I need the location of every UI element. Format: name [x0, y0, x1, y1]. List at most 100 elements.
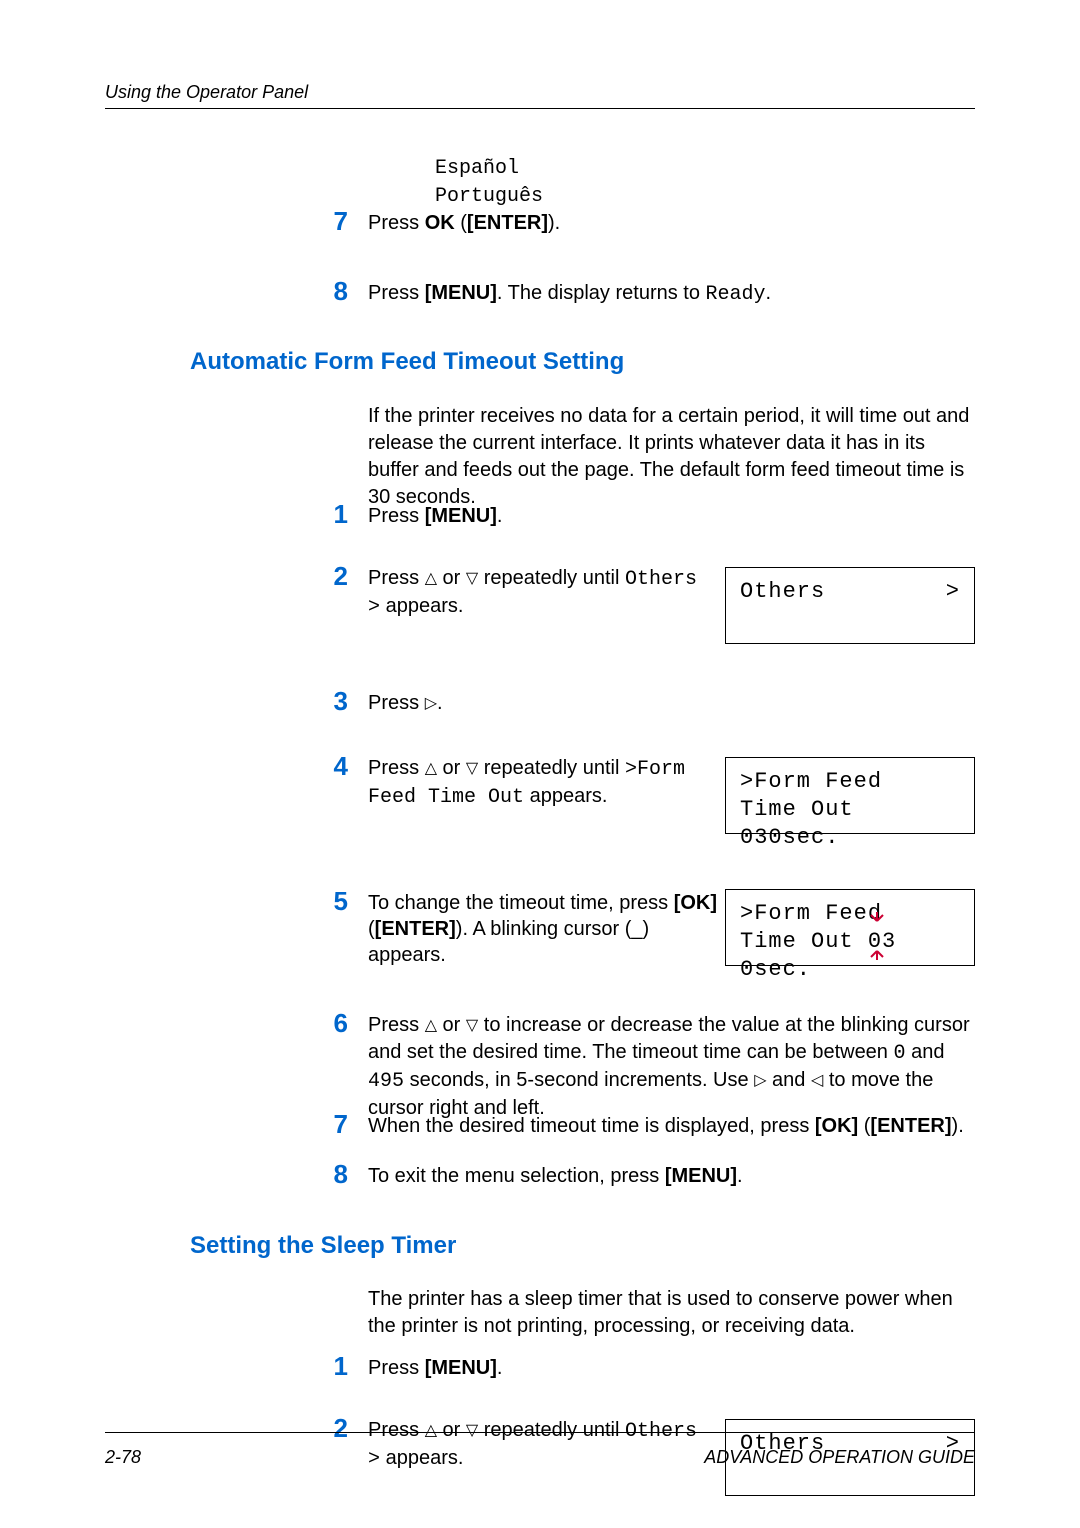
bold: [MENU]	[425, 282, 497, 304]
section-title-formfeed: Automatic Form Feed Timeout Setting	[190, 348, 624, 376]
footer-page-number: 2-78	[105, 1447, 141, 1468]
mono: 0	[894, 1042, 906, 1065]
language-list: Español Português	[435, 155, 543, 211]
step-number-4: 4	[318, 751, 348, 782]
text: .	[737, 1165, 743, 1187]
step-number-3: 3	[318, 686, 348, 717]
text: Press	[368, 1014, 425, 1036]
step-number-8a: 8	[318, 276, 348, 307]
step-7-text: When the desired timeout time is display…	[368, 1113, 973, 1139]
text: (	[455, 212, 467, 234]
text: Press	[368, 212, 425, 234]
step-5-text: To change the timeout time, press [OK] (…	[368, 890, 718, 968]
bold: [MENU]	[665, 1165, 737, 1187]
running-header: Using the Operator Panel	[105, 82, 308, 103]
text: or	[437, 757, 466, 779]
text: To exit the menu selection, press	[368, 1165, 665, 1187]
text: (	[368, 918, 375, 940]
lcd-line1: >Form Feed	[740, 900, 960, 928]
footer-guide-title: ADVANCED OPERATION GUIDE	[704, 1447, 975, 1468]
text: appears.	[380, 1447, 463, 1469]
bold: [MENU]	[425, 1357, 497, 1379]
footer-rule	[105, 1432, 975, 1433]
s2-step-2-text: Press △ or ▽ repeatedly until Others > a…	[368, 1417, 708, 1473]
text: . The display returns to	[497, 282, 706, 304]
step-number-6: 6	[318, 1008, 348, 1039]
bold: [ENTER]	[375, 918, 456, 940]
step-number-2: 2	[318, 561, 348, 592]
text: ).	[548, 212, 560, 234]
text: Press	[368, 692, 425, 714]
mono: Ready	[706, 283, 766, 306]
text: or	[437, 1014, 466, 1036]
step-number-8: 8	[318, 1159, 348, 1190]
lcd-formfeed-1: >Form Feed Time Out 030sec.	[725, 757, 975, 834]
step-1-text: Press [MENU].	[368, 503, 973, 529]
text: or	[437, 567, 466, 589]
triangle-left-icon: ◁	[811, 1068, 823, 1094]
text: appears.	[380, 595, 463, 617]
language-es: Español	[435, 155, 543, 183]
text: .	[437, 692, 443, 714]
text: and	[906, 1041, 945, 1063]
text: .	[766, 282, 772, 304]
step-2-text: Press △ or ▽ repeatedly until Others > a…	[368, 565, 708, 621]
s2-step-number-2: 2	[318, 1413, 348, 1444]
text: Press	[368, 757, 425, 779]
step-4-text: Press △ or ▽ repeatedly until >Form Feed…	[368, 755, 718, 811]
text: (	[858, 1115, 870, 1137]
text: seconds, in 5-second increments. Use	[404, 1069, 754, 1091]
triangle-up-icon: △	[425, 756, 437, 782]
text: .	[497, 505, 503, 527]
section2-intro: The printer has a sleep timer that is us…	[368, 1286, 973, 1340]
text: Press	[368, 1419, 425, 1441]
triangle-right-icon: ▷	[754, 1068, 766, 1094]
triangle-down-icon: ▽	[466, 756, 478, 782]
text: repeatedly until	[478, 567, 625, 589]
lcd-formfeed-2: >Form Feed Time Out 030sec.	[725, 889, 975, 966]
mono: 495	[368, 1070, 404, 1093]
triangle-up-icon: △	[425, 1013, 437, 1039]
step-number-7: 7	[318, 1109, 348, 1140]
text: When the desired timeout time is display…	[368, 1115, 815, 1137]
s2-step-number-1: 1	[318, 1351, 348, 1382]
text: Press	[368, 1357, 425, 1379]
language-pt: Português	[435, 183, 543, 211]
step-number-7a: 7	[318, 206, 348, 237]
step-7a-text: Press OK ([ENTER]).	[368, 210, 973, 236]
text: .	[497, 1357, 503, 1379]
bold: [OK]	[674, 892, 717, 914]
lcd-gt: >	[946, 578, 960, 606]
bold: OK	[425, 212, 455, 234]
lcd-post: 0sec.	[740, 957, 811, 982]
step-8-text: To exit the menu selection, press [MENU]…	[368, 1163, 973, 1189]
lcd-line2: Time Out 030sec.	[740, 928, 960, 984]
text: Press	[368, 282, 425, 304]
bold: [OK]	[815, 1115, 858, 1137]
text: Press	[368, 505, 425, 527]
lcd-others-1: Others >	[725, 567, 975, 644]
text: and	[767, 1069, 811, 1091]
triangle-down-icon: ▽	[466, 1013, 478, 1039]
triangle-down-icon: ▽	[466, 566, 478, 592]
section-title-sleeptimer: Setting the Sleep Timer	[190, 1232, 456, 1260]
text: To change the timeout time, press	[368, 892, 674, 914]
bold: [ENTER]	[870, 1115, 951, 1137]
triangle-down-icon: ▽	[466, 1418, 478, 1444]
text: repeatedly until	[478, 757, 625, 779]
step-8a-text: Press [MENU]. The display returns to Rea…	[368, 280, 973, 308]
header-rule	[105, 108, 975, 109]
triangle-up-icon: △	[425, 1418, 437, 1444]
step-3-text: Press ▷.	[368, 690, 973, 717]
step-number-5: 5	[318, 886, 348, 917]
text: ).	[952, 1115, 964, 1137]
lcd-line1: Others	[740, 579, 825, 604]
step-number-1: 1	[318, 499, 348, 530]
text: Press	[368, 567, 425, 589]
text: repeatedly until	[478, 1419, 625, 1441]
text: appears.	[524, 785, 607, 807]
bold: [ENTER]	[467, 212, 548, 234]
blinking-cursor: 3	[882, 928, 896, 956]
text: or	[437, 1419, 466, 1441]
step-6-text: Press △ or ▽ to increase or decrease the…	[368, 1012, 973, 1121]
